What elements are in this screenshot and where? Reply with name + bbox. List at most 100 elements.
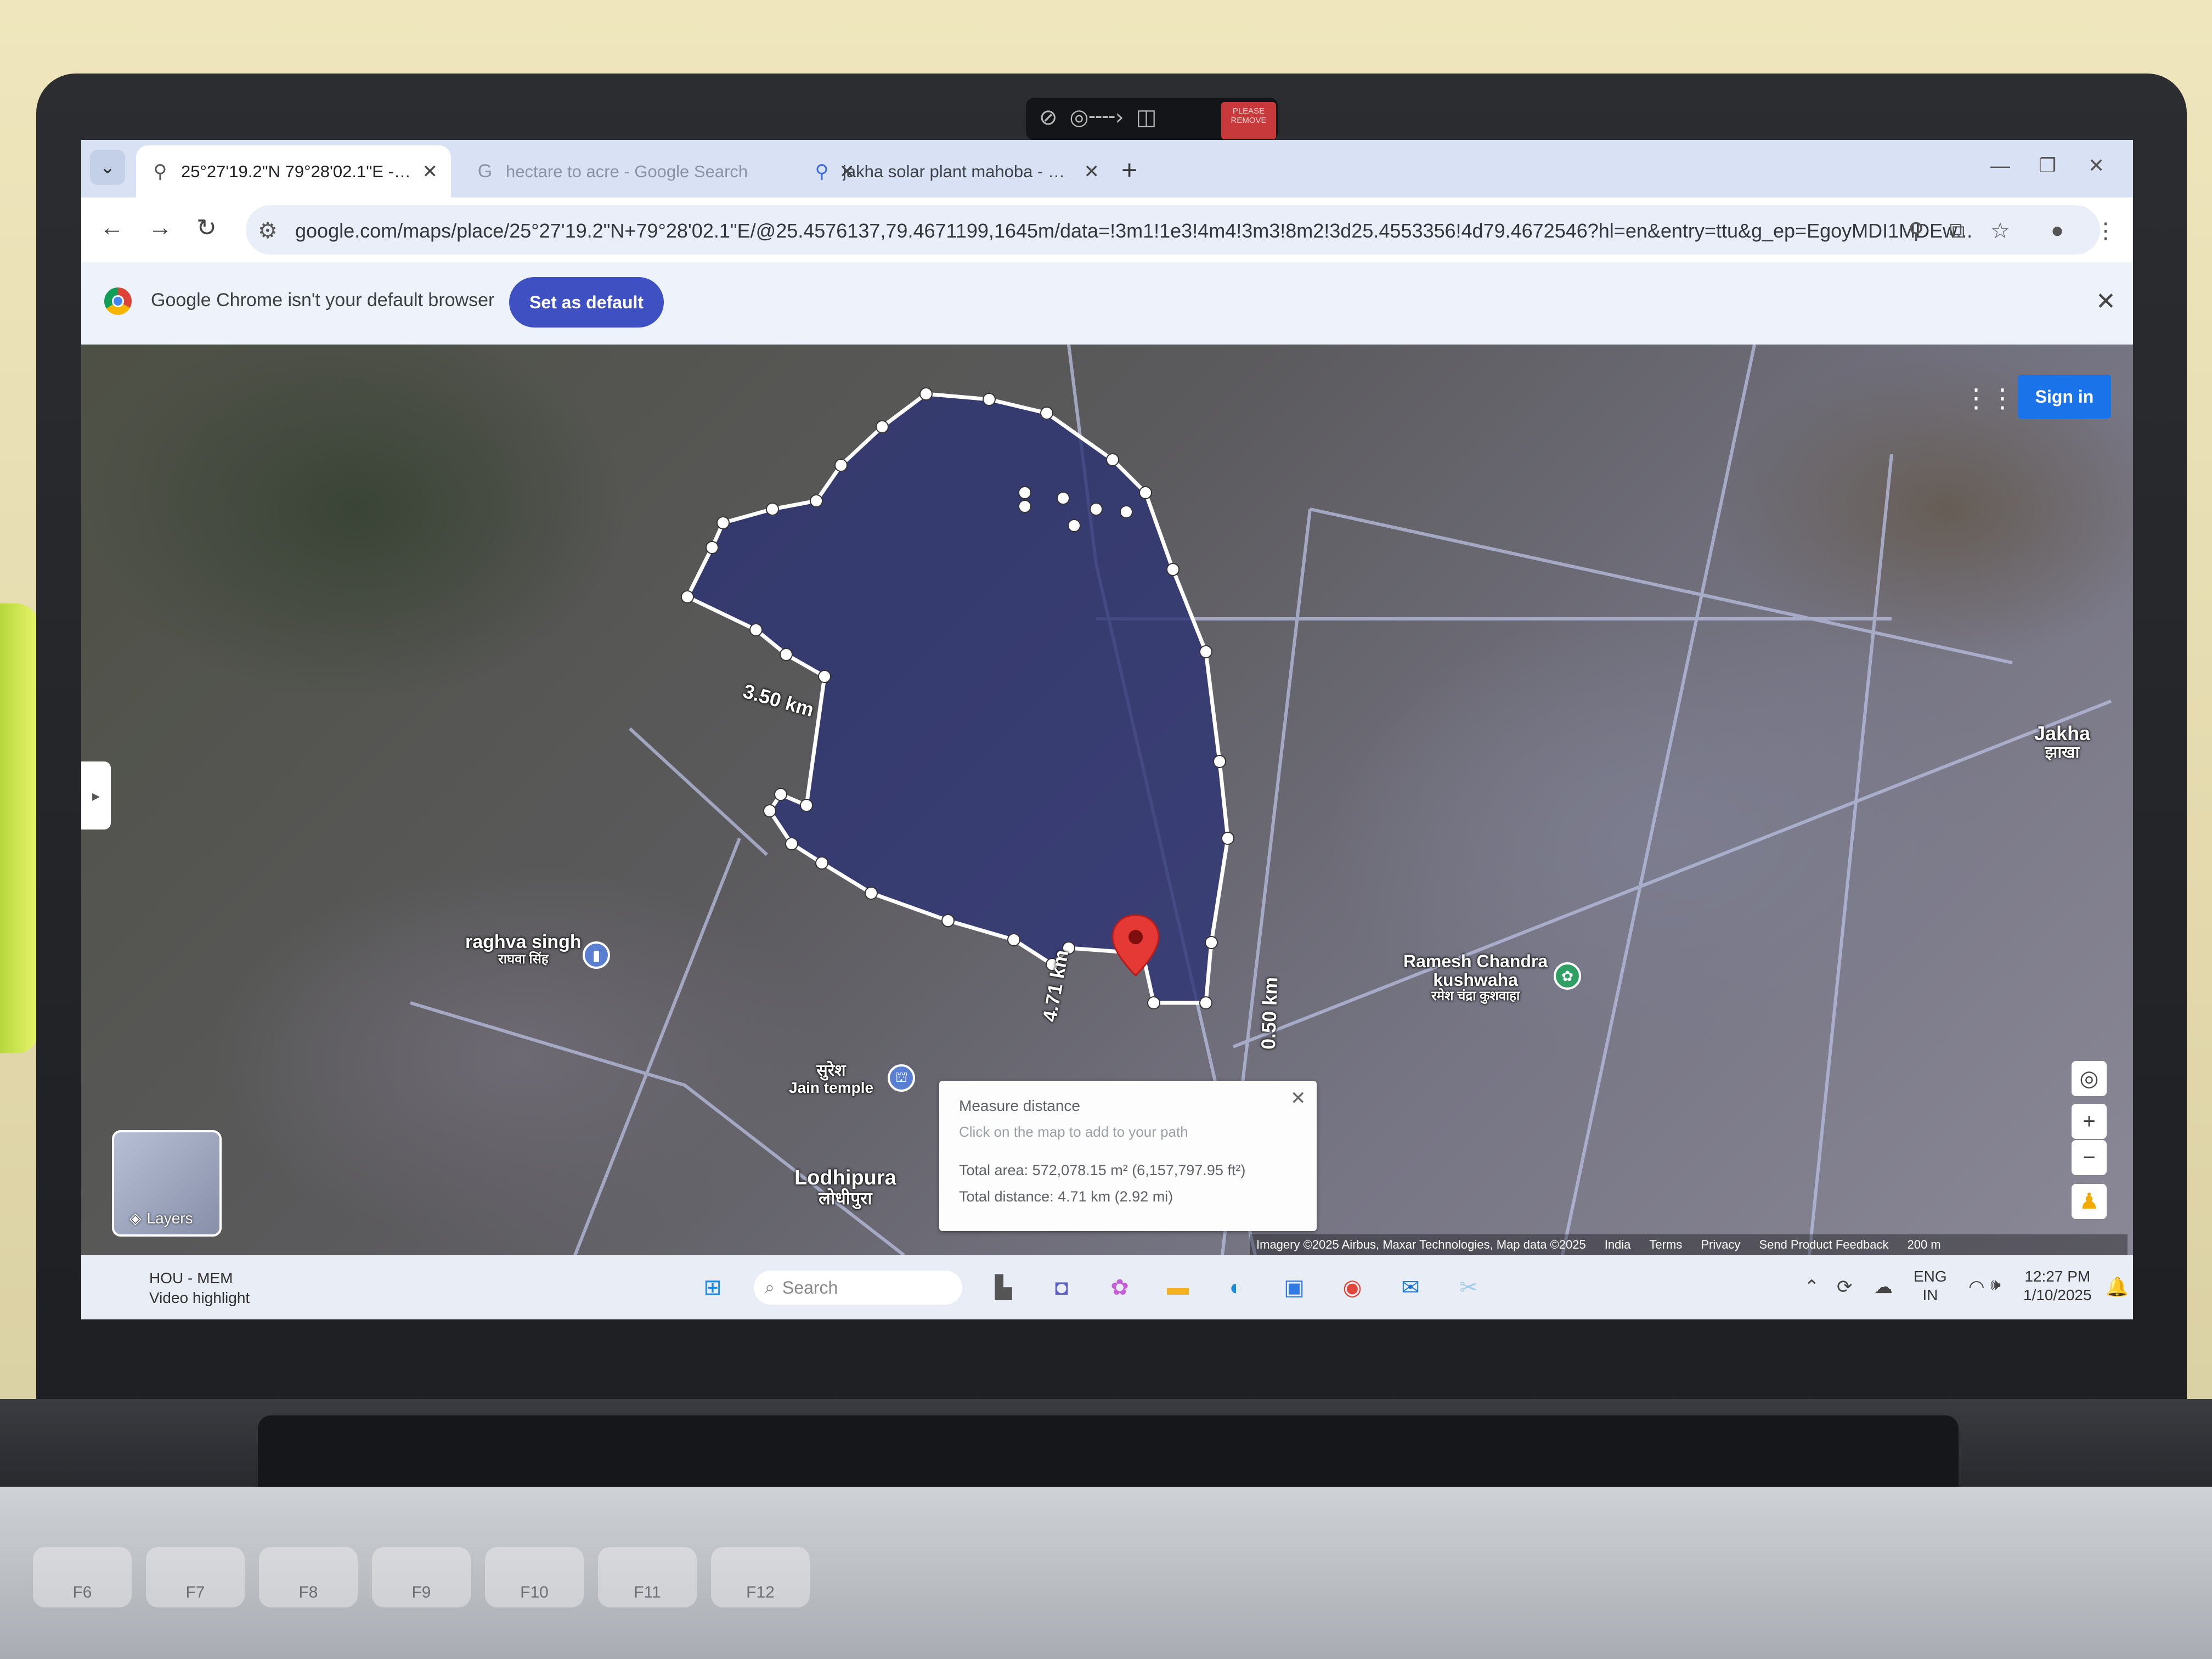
- windows-taskbar: HOU - MEM Video highlight ⊞ ⌕ Search ▙ ◘…: [81, 1255, 2133, 1319]
- language-indicator[interactable]: ENG IN: [1914, 1267, 1947, 1305]
- place-pin-icon[interactable]: ▮: [583, 941, 610, 969]
- restore-icon[interactable]: ❐: [2039, 154, 2056, 177]
- close-window-icon[interactable]: ✕: [2088, 154, 2104, 177]
- chrome-icon[interactable]: ◉: [1335, 1271, 1369, 1305]
- region-code: IN: [1922, 1286, 1938, 1304]
- maps-pin-icon: ⚲: [153, 161, 167, 182]
- place-pin-icon[interactable]: ✿: [1554, 962, 1581, 990]
- key-f7[interactable]: F7: [146, 1547, 245, 1607]
- onedrive-icon[interactable]: ☁: [1874, 1276, 1893, 1298]
- pegman-icon[interactable]: ♟: [2072, 1184, 2107, 1219]
- green-object: [0, 603, 38, 1053]
- minimize-icon[interactable]: —: [1990, 154, 2010, 177]
- place-name-hindi: झाखा: [2045, 743, 2080, 761]
- install-app-icon[interactable]: ⧉: [1949, 218, 1965, 243]
- new-tab-icon[interactable]: +: [1121, 154, 1137, 186]
- chrome-logo-icon: [104, 287, 132, 315]
- place-name: Lodhipura: [794, 1166, 896, 1189]
- google-icon: G: [477, 161, 493, 182]
- map-attribution: Imagery ©2025 Airbus, Maxar Technologies…: [1250, 1234, 2128, 1255]
- zoom-in-icon[interactable]: +: [2072, 1104, 2107, 1139]
- bookmark-star-icon[interactable]: ☆: [1990, 218, 2010, 244]
- attribution-india[interactable]: India: [1605, 1238, 1631, 1252]
- notification-bell-icon[interactable]: 🔔: [2106, 1276, 2129, 1298]
- url-text[interactable]: google.com/maps/place/25°27'19.2"N+79°28…: [295, 219, 1972, 242]
- place-label-lodhipura: Lodhipura लोधीपुरा: [794, 1167, 896, 1207]
- collapse-side-panel-button[interactable]: ▸: [81, 761, 111, 830]
- attribution-imagery: Imagery ©2025 Airbus, Maxar Technologies…: [1256, 1238, 1586, 1251]
- place-pin-icon[interactable]: ⛫: [888, 1064, 915, 1092]
- tab-label: 25°27'19.2"N 79°28'02.1"E - Goo: [181, 161, 413, 181]
- privacy-link[interactable]: Privacy: [1701, 1238, 1740, 1252]
- wifi-icon[interactable]: ◠: [1968, 1276, 1985, 1298]
- close-icon[interactable]: ✕: [422, 161, 438, 183]
- site-info-icon[interactable]: ⚙: [258, 218, 278, 244]
- segment-label: 0.50 km: [1256, 977, 1282, 1050]
- tab-label: jakha solar plant mahoba - Goo: [843, 161, 1074, 181]
- my-location-icon[interactable]: ◎: [2072, 1061, 2107, 1096]
- browser-toolbar: ← → ↻ ⚙ google.com/maps/place/25°27'19.2…: [81, 198, 2133, 262]
- set-as-default-button[interactable]: Set as default: [509, 277, 664, 328]
- place-name: Jain temple: [789, 1079, 874, 1096]
- layers-label-row: ◈ Layers: [129, 1209, 193, 1227]
- windows-start-icon[interactable]: ⊞: [696, 1271, 730, 1305]
- widget-title: HOU - MEM: [149, 1269, 233, 1286]
- teams-icon[interactable]: ◘: [1045, 1271, 1079, 1305]
- camera-sticker: PLEASE REMOVE: [1221, 102, 1276, 139]
- file-explorer-icon[interactable]: ▬: [1161, 1271, 1195, 1305]
- language-code: ENG: [1914, 1268, 1947, 1285]
- clock[interactable]: 12:27 PM 1/10/2025: [2023, 1267, 2092, 1305]
- map-canvas[interactable]: 3.50 km 4.71 km 0.50 km Jakha झाखा raghv…: [81, 345, 2133, 1255]
- clock-date: 1/10/2025: [2023, 1286, 2092, 1304]
- reload-icon[interactable]: ↻: [196, 214, 217, 242]
- close-icon[interactable]: ✕: [1290, 1087, 1306, 1109]
- edge-icon[interactable]: ◐: [1219, 1271, 1253, 1305]
- screen: ⌄ ⚲ 25°27'19.2"N 79°28'02.1"E - Goo ✕ G …: [81, 140, 2133, 1319]
- zoom-out-icon[interactable]: −: [2072, 1140, 2107, 1175]
- copilot-icon[interactable]: ✿: [1103, 1271, 1137, 1305]
- tab-maps-coordinates[interactable]: ⚲ 25°27'19.2"N 79°28'02.1"E - Goo ✕: [136, 145, 451, 198]
- close-icon[interactable]: ✕: [2096, 287, 2116, 315]
- key-f6[interactable]: F6: [33, 1547, 132, 1607]
- profile-icon[interactable]: ●: [2051, 218, 2064, 243]
- volume-icon[interactable]: 🕪: [1990, 1276, 2001, 1295]
- keyboard-function-row: F6 F7 F8 F9 F10 F11 F12: [0, 1536, 2212, 1659]
- terms-link[interactable]: Terms: [1649, 1238, 1682, 1252]
- measure-total-distance: Total distance: 4.71 km (2.92 mi): [959, 1188, 1173, 1205]
- back-icon[interactable]: ←: [100, 214, 124, 241]
- snipping-tool-icon[interactable]: ✂: [1452, 1271, 1486, 1305]
- forward-icon[interactable]: →: [148, 214, 172, 241]
- place-name: Jakha: [2034, 722, 2091, 744]
- store-icon[interactable]: ▣: [1277, 1271, 1311, 1305]
- tab-label: hectare to acre - Google Search: [506, 161, 748, 181]
- key-f10[interactable]: F10: [485, 1547, 584, 1607]
- place-name: kushwaha: [1433, 969, 1518, 990]
- measure-title: Measure distance: [959, 1097, 1081, 1114]
- outlook-icon[interactable]: ✉: [1393, 1271, 1427, 1305]
- place-label-ramesh-chandra: Ramesh Chandra kushwaha रमेश चंद्रा कुशव…: [1403, 952, 1548, 1003]
- place-name: Ramesh Chandra: [1403, 951, 1548, 971]
- sync-icon[interactable]: ⟳: [1837, 1276, 1853, 1298]
- widget-subtitle: Video highlight: [149, 1289, 250, 1306]
- location-icon[interactable]: ⚲: [1908, 218, 1924, 244]
- key-f8[interactable]: F8: [259, 1547, 358, 1607]
- place-name-hindi: सुरेश: [816, 1062, 846, 1080]
- task-view-icon[interactable]: ▙: [986, 1271, 1020, 1305]
- search-placeholder: Search: [782, 1277, 838, 1297]
- key-f12[interactable]: F12: [711, 1547, 810, 1607]
- menu-dots-icon[interactable]: ⋮: [2095, 218, 2117, 244]
- tab-jakha-solar[interactable]: ⚲ jakha solar plant mahoba - Goo ✕: [798, 145, 1113, 198]
- scale-bar[interactable]: 200 m: [1907, 1238, 1940, 1252]
- show-hidden-icons[interactable]: ⌃: [1804, 1276, 1820, 1298]
- taskbar-search[interactable]: ⌕ Search: [754, 1271, 962, 1305]
- close-icon[interactable]: ✕: [1084, 161, 1100, 183]
- measure-distance-card: Measure distance Click on the map to add…: [939, 1081, 1317, 1231]
- key-f11[interactable]: F11: [598, 1547, 697, 1607]
- sign-in-button[interactable]: Sign in: [2018, 375, 2111, 419]
- layers-button[interactable]: ◈ Layers: [112, 1130, 222, 1237]
- feedback-link[interactable]: Send Product Feedback: [1759, 1238, 1888, 1252]
- widgets-button[interactable]: HOU - MEM Video highlight: [116, 1268, 250, 1308]
- key-f9[interactable]: F9: [372, 1547, 471, 1607]
- maps-pin-icon: ⚲: [815, 161, 829, 182]
- tab-search-button[interactable]: ⌄: [90, 150, 125, 185]
